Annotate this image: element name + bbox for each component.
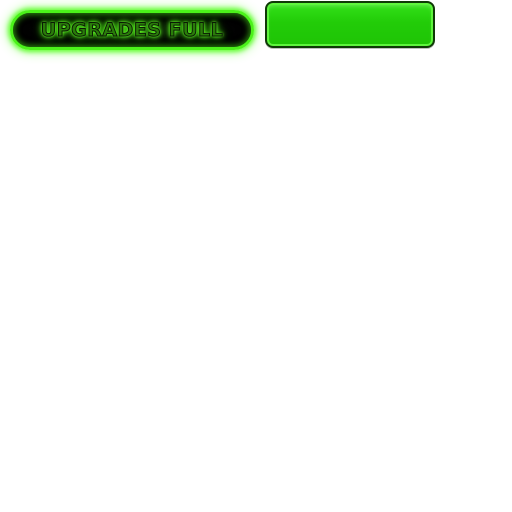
game-ui-canvas: UPGRADES FULL xyxy=(0,0,512,512)
green-action-button[interactable] xyxy=(265,1,435,48)
upgrades-full-indicator: UPGRADES FULL xyxy=(10,10,254,50)
upgrades-full-label: UPGRADES FULL xyxy=(40,19,224,42)
